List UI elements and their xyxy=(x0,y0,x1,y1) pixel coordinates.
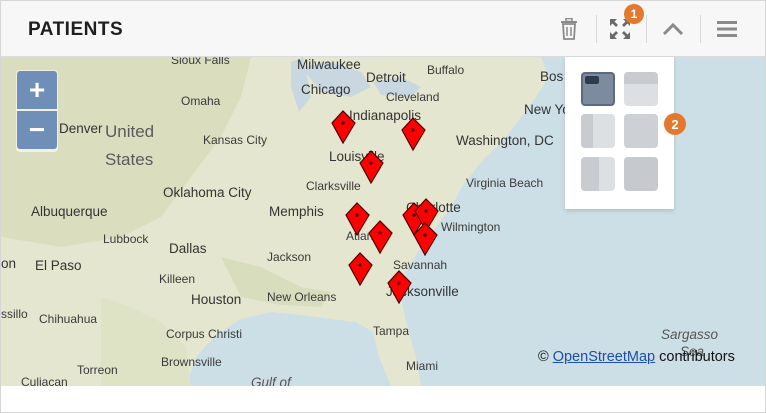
patient-marker[interactable] xyxy=(387,270,412,305)
layout-option-6[interactable] xyxy=(624,157,658,191)
layout-option-2[interactable] xyxy=(624,72,658,106)
attribution-copyright: © xyxy=(538,349,549,365)
trash-icon xyxy=(561,18,577,40)
patient-marker[interactable] xyxy=(368,220,393,255)
panel-header: PATIENTS 1 xyxy=(1,1,765,57)
panel-title: PATIENTS xyxy=(28,19,124,40)
layout-step-badge: 2 xyxy=(664,113,686,135)
divider xyxy=(646,15,647,43)
patient-marker[interactable] xyxy=(331,110,356,145)
delete-button[interactable] xyxy=(553,13,585,45)
map-attribution: © OpenStreetMap contributors xyxy=(538,349,735,365)
divider xyxy=(596,15,597,43)
menu-icon xyxy=(717,21,737,37)
layout-option-5[interactable] xyxy=(581,157,615,191)
layout-option-4[interactable] xyxy=(624,114,658,148)
chevron-up-icon xyxy=(662,22,684,36)
zoom-out-button[interactable]: − xyxy=(17,111,57,149)
panel-footer xyxy=(1,386,765,412)
openstreetmap-link[interactable]: OpenStreetMap xyxy=(553,349,655,365)
layout-picker-popover xyxy=(565,57,674,209)
menu-button[interactable] xyxy=(711,13,743,45)
layout-option-1[interactable] xyxy=(581,72,615,106)
patient-marker[interactable] xyxy=(401,117,426,152)
patients-panel: PATIENTS 1 Sioux Falls Milwaukee Detroit… xyxy=(0,0,766,413)
patient-marker[interactable] xyxy=(348,252,373,287)
zoom-in-button[interactable]: + xyxy=(17,71,57,109)
divider xyxy=(700,15,701,43)
layout-option-3[interactable] xyxy=(581,114,615,148)
expand-step-badge: 1 xyxy=(624,4,644,24)
patient-marker[interactable] xyxy=(359,150,384,185)
zoom-control: + − xyxy=(16,70,58,152)
patient-marker[interactable] xyxy=(345,202,370,237)
attribution-suffix: contributors xyxy=(659,349,735,365)
collapse-button[interactable] xyxy=(657,13,689,45)
